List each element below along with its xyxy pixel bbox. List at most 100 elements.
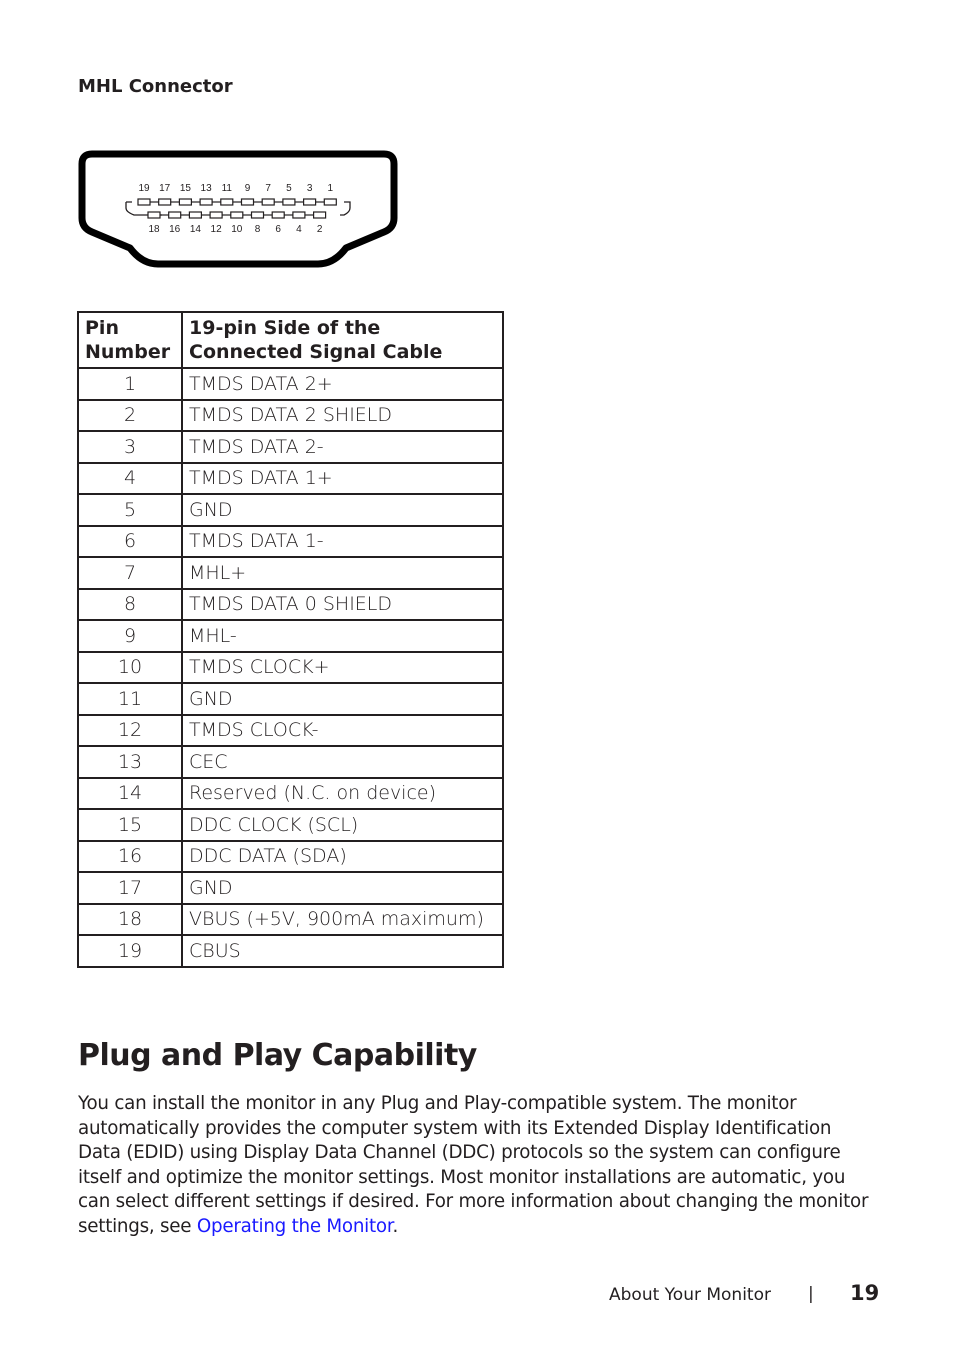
- signal-cell: TMDS DATA 1+: [181, 461, 504, 495]
- pin-label: 18: [148, 224, 160, 235]
- signal-cell: Reserved (N.C. on device): [181, 776, 504, 810]
- pin-number-cell: 8: [77, 587, 183, 621]
- mhl-connector-diagram: 19 17 15 13 11 9 7 5 3 1 18 16 14 12 10 8 6 4 2: [78, 150, 398, 268]
- table-row: 16 DDC DATA (SDA): [77, 839, 504, 873]
- operating-the-monitor-link[interactable]: Operating the Monitor: [197, 1216, 393, 1237]
- pin-contact-top: [158, 198, 172, 206]
- signal-cell: TMDS DATA 2-: [181, 430, 504, 464]
- pin-assignment-table: Pin Number 19-pin Side of the Connected …: [77, 311, 504, 968]
- pin-contact-bottom: [230, 211, 244, 219]
- pin-number-cell: 15: [77, 808, 183, 842]
- pin-number-cell: 5: [77, 493, 183, 527]
- table-row: 8 TMDS DATA 0 SHIELD: [77, 587, 504, 621]
- pin-number-cell: 3: [77, 430, 183, 464]
- pin-number-cell: 18: [77, 902, 183, 936]
- section-label: MHL Connector: [78, 76, 233, 97]
- pin-label: 2: [317, 224, 323, 235]
- pin-contact-top: [178, 198, 193, 206]
- pin-label: 3: [307, 183, 313, 194]
- table-row: 9 MHL-: [77, 619, 504, 653]
- signal-cell: MHL-: [181, 619, 504, 653]
- footer-section-title: About Your Monitor: [609, 1285, 771, 1305]
- table-row: 5 GND: [77, 493, 504, 527]
- signal-cell: CBUS: [181, 934, 504, 968]
- pin-number-cell: 14: [77, 776, 183, 810]
- signal-cell: GND: [181, 493, 504, 527]
- pin-contact-top: [199, 198, 213, 206]
- pin-number-cell: 6: [77, 524, 183, 558]
- pin-label: 1: [328, 183, 334, 194]
- table-row: 13 CEC: [77, 745, 504, 779]
- pin-label: 19: [138, 183, 150, 194]
- pin-label: 7: [265, 183, 271, 194]
- pin-contact-top: [303, 198, 317, 206]
- signal-cell: TMDS CLOCK+: [181, 650, 504, 684]
- pin-contact-bottom: [209, 211, 223, 219]
- pin-number-cell: 9: [77, 619, 183, 653]
- pin-label: 4: [296, 224, 302, 235]
- signal-cell: MHL+: [181, 556, 504, 590]
- signal-cell: TMDS DATA 2 SHIELD: [181, 398, 504, 432]
- page-number: 19: [850, 1281, 880, 1305]
- pin-number-cell: 17: [77, 871, 183, 905]
- pin-label: 5: [286, 183, 292, 194]
- table-header-row: Pin Number 19-pin Side of the Connected …: [77, 311, 504, 369]
- paragraph-trailing: .: [392, 1215, 399, 1237]
- table-row: 1 TMDS DATA 2+: [77, 367, 504, 401]
- plug-and-play-paragraph: You can install the monitor in any Plug …: [78, 1092, 878, 1240]
- signal-cell: TMDS DATA 2+: [181, 367, 504, 401]
- table-row: 4 TMDS DATA 1+: [77, 461, 504, 495]
- table-row: 3 TMDS DATA 2-: [77, 430, 504, 464]
- plug-and-play-heading: Plug and Play Capability: [78, 1038, 477, 1073]
- pin-contact-top: [261, 198, 275, 206]
- pin-contact-bottom: [188, 211, 203, 219]
- table-row: 14 Reserved (N.C. on device): [77, 776, 504, 810]
- table-row: 17 GND: [77, 871, 504, 905]
- pin-label: 8: [255, 224, 261, 235]
- pin-contact-top: [323, 198, 337, 206]
- table-row: 11 GND: [77, 682, 504, 716]
- pin-label: 10: [231, 224, 243, 235]
- footer-separator: |: [808, 1284, 814, 1304]
- pin-contact-bottom: [292, 211, 306, 219]
- pin-contact-bottom: [168, 211, 182, 219]
- pin-number-cell: 1: [77, 367, 183, 401]
- pin-label: 11: [222, 183, 233, 194]
- table-row: 12 TMDS CLOCK-: [77, 713, 504, 747]
- pin-label: 17: [159, 183, 171, 194]
- pin-contact-bottom: [147, 211, 161, 219]
- table-row: 2 TMDS DATA 2 SHIELD: [77, 398, 504, 432]
- connector-outline: [78, 150, 398, 268]
- table-row: 10 TMDS CLOCK+: [77, 650, 504, 684]
- signal-cell: GND: [181, 682, 504, 716]
- pin-number-cell: 12: [77, 713, 183, 747]
- table-row: 19 CBUS: [77, 934, 504, 968]
- table-row: 15 DDC CLOCK (SCL): [77, 808, 504, 842]
- pin-label: 14: [190, 224, 202, 235]
- table-row: 7 MHL+: [77, 556, 504, 590]
- pin-contact-bottom: [250, 211, 265, 219]
- pin-label: 6: [275, 224, 281, 235]
- pin-number-cell: 10: [77, 650, 183, 684]
- pin-contact-bottom: [313, 211, 327, 219]
- pin-number-cell: 7: [77, 556, 183, 590]
- pin-label: 15: [180, 183, 192, 194]
- signal-cell: CEC: [181, 745, 504, 779]
- pin-number-cell: 4: [77, 461, 183, 495]
- header-signal: 19-pin Side of the Connected Signal Cabl…: [181, 311, 504, 369]
- signal-cell: VBUS (+5V, 900mA maximum): [181, 902, 504, 936]
- pin-number-cell: 11: [77, 682, 183, 716]
- pin-contact-top: [240, 198, 255, 206]
- pin-label: 9: [245, 183, 251, 194]
- pin-label: 12: [211, 224, 223, 235]
- pin-number-cell: 13: [77, 745, 183, 779]
- pin-contact-bottom: [271, 211, 285, 219]
- header-pin-number: Pin Number: [77, 311, 183, 369]
- pin-contact-top: [137, 198, 151, 206]
- signal-cell: DDC CLOCK (SCL): [181, 808, 504, 842]
- signal-cell: DDC DATA (SDA): [181, 839, 504, 873]
- signal-cell: TMDS DATA 1-: [181, 524, 504, 558]
- signal-cell: TMDS CLOCK-: [181, 713, 504, 747]
- signal-cell: TMDS DATA 0 SHIELD: [181, 587, 504, 621]
- table-row: 18 VBUS (+5V, 900mA maximum): [77, 902, 504, 936]
